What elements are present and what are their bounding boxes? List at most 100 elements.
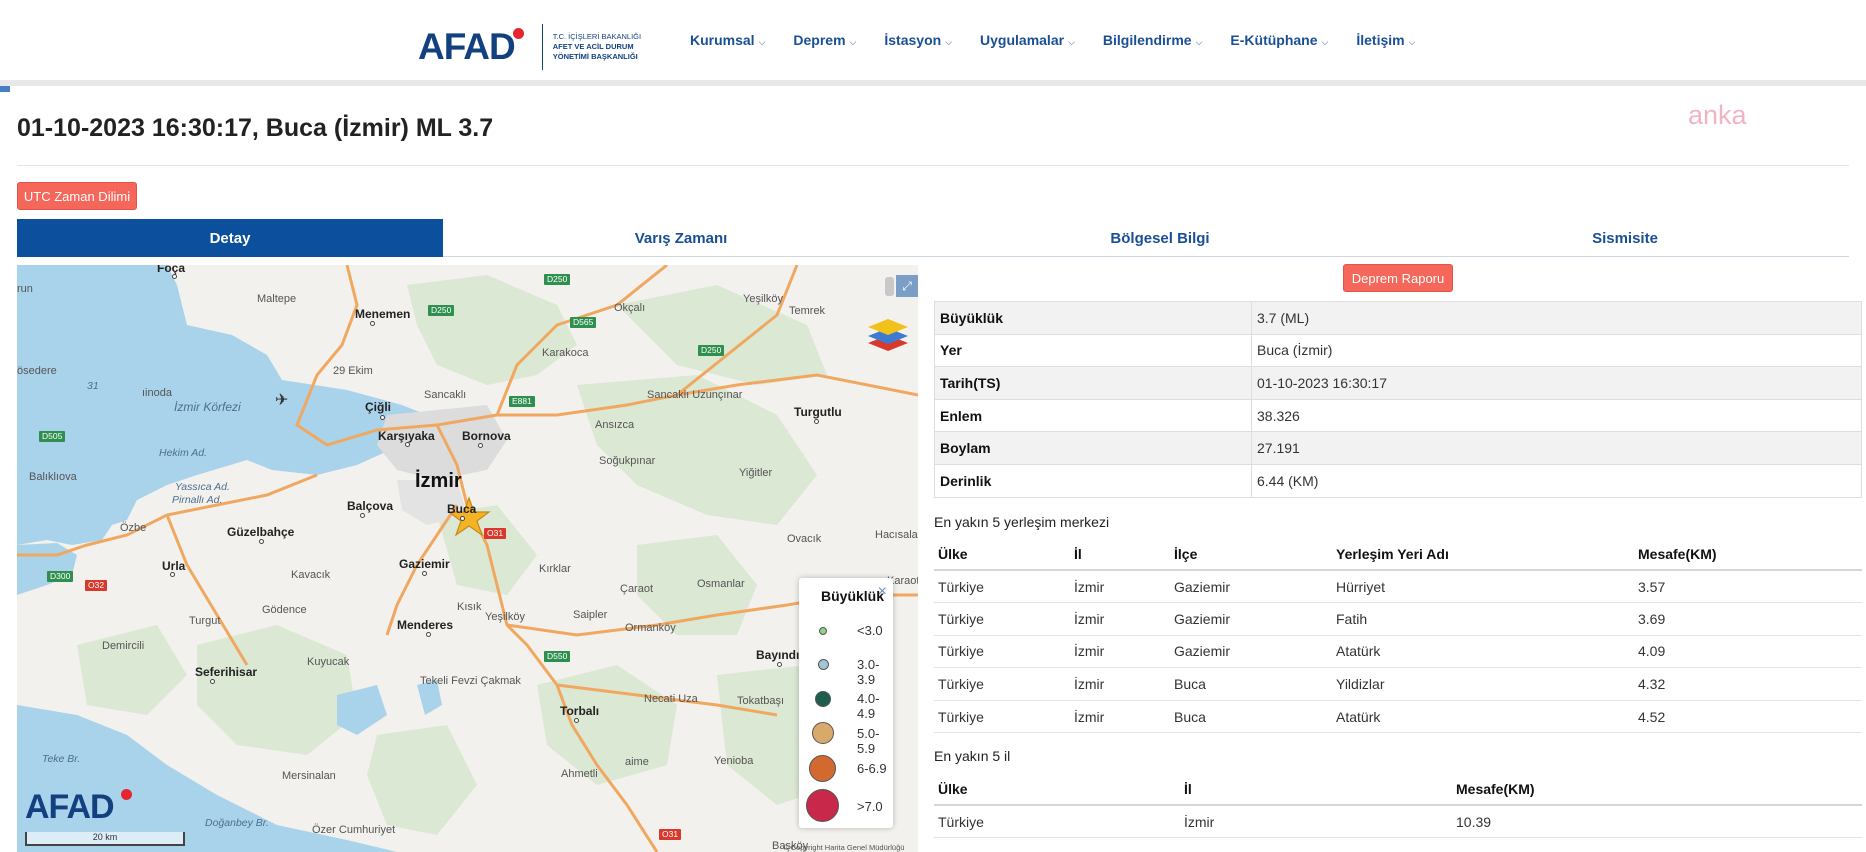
- layers-icon[interactable]: [865, 313, 911, 355]
- nav-istasyon[interactable]: İstasyon ⌵: [884, 32, 952, 48]
- column-header: İl: [1180, 773, 1452, 806]
- info-key: Tarih(TS): [934, 366, 1252, 400]
- map-label: Okçalı: [614, 302, 646, 314]
- map-label: Soğukpınar: [599, 455, 656, 467]
- logo-sub-line-2: AFET VE ACİL DURUM: [552, 42, 634, 51]
- table-cell: İzmir: [1070, 635, 1170, 669]
- table-row: Derinlik 6.44 (KM): [934, 463, 1862, 498]
- expand-icon[interactable]: ⤢: [896, 275, 918, 297]
- legend-label: 4.0-4.9: [857, 691, 880, 721]
- deprem-raporu-button[interactable]: Deprem Raporu: [1343, 264, 1453, 292]
- road-shield: O31: [659, 829, 682, 840]
- tab-detay[interactable]: Detay: [17, 219, 443, 257]
- map-label: Çaraot: [620, 583, 654, 595]
- tab-sismisite[interactable]: Sismisite: [1401, 219, 1849, 257]
- map-label: Özbe: [120, 522, 147, 534]
- map-label: Çiğli: [365, 400, 391, 414]
- nav-e-kutuphane[interactable]: E-Kütüphane ⌵: [1230, 32, 1328, 48]
- close-icon[interactable]: ×: [878, 583, 887, 601]
- map-label: Seferihisar: [195, 665, 258, 679]
- nearest-settlements-title: En yakın 5 yerleşim merkezi: [934, 514, 1110, 530]
- tab-bolgesel-bilgi[interactable]: Bölgesel Bilgi: [919, 219, 1401, 257]
- info-value: 3.7 (ML): [1251, 301, 1862, 335]
- table-cell: Gaziemir: [1170, 635, 1332, 669]
- map-afad-logo: AFAD: [25, 788, 115, 826]
- nav-iletisim[interactable]: İletişim ⌵: [1356, 32, 1415, 48]
- column-header: İl: [1070, 538, 1170, 571]
- nearest-provinces-table: Ülke İl Mesafe(KM) Türkiye İzmir 10.39: [934, 773, 1862, 839]
- table-cell: Hürriyet: [1332, 570, 1634, 604]
- nav-label: E-Kütüphane: [1230, 32, 1318, 48]
- column-header: Ülke: [934, 538, 1070, 571]
- legend-row: 6-6.9: [799, 752, 893, 782]
- water-label: İzmir Körfezi: [174, 400, 241, 414]
- chevron-down-icon: ⌵: [945, 37, 953, 47]
- table-row: Yer Buca (İzmir): [934, 333, 1862, 368]
- afad-logo[interactable]: AFAD T.C. İÇİŞLERİ BAKANLIĞI AFET VE ACİ…: [418, 24, 641, 70]
- column-header: Mesafe(KM): [1634, 538, 1862, 571]
- water-label: Teke Br.: [42, 753, 81, 765]
- map-label: Kuyucak: [307, 656, 350, 668]
- map-label: Bayındır: [756, 648, 805, 662]
- logo-sub-line-1: T.C. İÇİŞLERİ BAKANLIĞI: [552, 32, 642, 41]
- map-label: Sancaklı Uzunçınar: [647, 389, 743, 401]
- map-label: Osmanlar: [697, 578, 745, 590]
- nav-kurumsal[interactable]: Kurumsal ⌵: [690, 32, 765, 48]
- utc-timezone-button[interactable]: UTC Zaman Dilimi: [17, 182, 137, 210]
- legend-label: 6-6.9: [857, 761, 887, 776]
- info-key: Derinlik: [934, 463, 1252, 498]
- chevron-down-icon: ⌵: [1195, 37, 1203, 47]
- nav-label: Deprem: [793, 32, 846, 48]
- map-label: Kırklar: [539, 563, 571, 575]
- logo-divider: [541, 24, 543, 70]
- earthquake-info-table: Büyüklük 3.7 (ML) Yer Buca (İzmir) Tarih(T…: [934, 301, 1862, 498]
- table-cell: Buca: [1170, 700, 1332, 734]
- map-label: Hacısalar: [875, 529, 918, 541]
- map-label: Ormanköy: [625, 622, 676, 634]
- road-shield: O32: [85, 580, 108, 591]
- map-label: 29 Ekim: [333, 365, 373, 377]
- map-label: Turgutlu: [794, 405, 842, 419]
- map-label: Kavacık: [291, 569, 331, 581]
- water-label: 31: [87, 380, 99, 392]
- city-marker: [777, 662, 782, 667]
- city-marker: [405, 442, 410, 447]
- road-shield: D250: [428, 305, 455, 316]
- legend-label: <3.0: [857, 623, 883, 638]
- city-marker: [574, 718, 579, 723]
- map-label-izmir: İzmir: [415, 470, 462, 492]
- nav-uygulamalar[interactable]: Uygulamalar ⌵: [980, 32, 1075, 48]
- nearest-provinces-title: En yakın 5 il: [934, 748, 1011, 764]
- nav-bilgilendirme[interactable]: Bilgilendirme ⌵: [1103, 32, 1203, 48]
- road-shield: D250: [698, 345, 725, 356]
- city-marker: [422, 571, 427, 576]
- info-key: Enlem: [934, 398, 1252, 433]
- tab-varis-zamani[interactable]: Varış Zamanı: [443, 219, 919, 257]
- info-key: Yer: [934, 333, 1252, 368]
- nav-deprem[interactable]: Deprem ⌵: [793, 32, 856, 48]
- map-control-toggle[interactable]: [885, 277, 894, 296]
- map-label: Yiğitler: [739, 467, 773, 479]
- map-label: Ahmetli: [561, 768, 598, 780]
- map-label: aime: [625, 756, 649, 768]
- map-scale-bar: 20 km: [25, 832, 185, 846]
- city-marker: [370, 321, 375, 326]
- table-cell: İzmir: [1070, 700, 1170, 734]
- site-header: AFAD T.C. İÇİŞLERİ BAKANLIĞI AFET VE ACİ…: [0, 0, 1866, 86]
- info-key: Büyüklük: [934, 301, 1252, 335]
- table-cell: 10.39: [1452, 805, 1862, 839]
- road-shield: D250: [544, 274, 571, 285]
- table-cell: Buca: [1170, 667, 1332, 701]
- map-label: Balıklıova: [29, 471, 77, 483]
- table-row: Enlem 38.326: [934, 398, 1862, 433]
- nav-label: Bilgilendirme: [1102, 32, 1192, 48]
- city-marker: [210, 679, 215, 684]
- chevron-down-icon: ⌵: [1068, 37, 1075, 47]
- info-value: Buca (İzmir): [1251, 333, 1862, 368]
- earthquake-map[interactable]: ✈ Foça run Maltepe Menemen ösedere 29 Ek…: [17, 265, 918, 852]
- column-header: Yerleşim Yeri Adı: [1332, 538, 1634, 571]
- table-cell: Gaziemir: [1170, 602, 1332, 636]
- nav-label: İletişim: [1356, 32, 1405, 48]
- legend-row: >7.0: [799, 787, 893, 822]
- map-label: Karakoca: [542, 347, 589, 359]
